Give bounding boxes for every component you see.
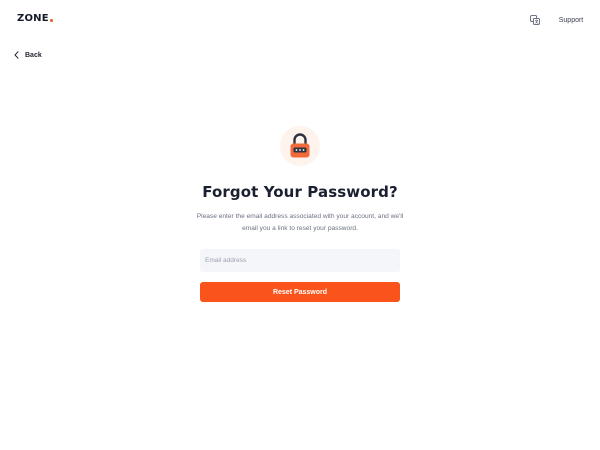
- email-field[interactable]: [200, 249, 400, 272]
- brand-logo[interactable]: ZONE: [17, 13, 53, 24]
- chevron-left-icon: [14, 51, 19, 59]
- support-link[interactable]: Support: [552, 12, 590, 28]
- reset-password-button[interactable]: Reset Password: [200, 282, 400, 302]
- language-translate-icon: [530, 15, 540, 25]
- forgot-password-page: ZONE Support Back Forgot Your Password? …: [0, 0, 600, 450]
- back-button[interactable]: Back: [14, 51, 42, 59]
- padlock-icon: [290, 133, 310, 158]
- top-header: ZONE Support: [0, 0, 600, 40]
- page-description: Please enter the email address associate…: [196, 213, 404, 232]
- brand-dot: [49, 19, 53, 22]
- page-title: Forgot Your Password?: [202, 183, 398, 201]
- padlock-illustration: [280, 126, 320, 166]
- language-button[interactable]: [528, 13, 542, 27]
- back-label: Back: [25, 51, 42, 59]
- brand-name: ZONE: [17, 13, 49, 24]
